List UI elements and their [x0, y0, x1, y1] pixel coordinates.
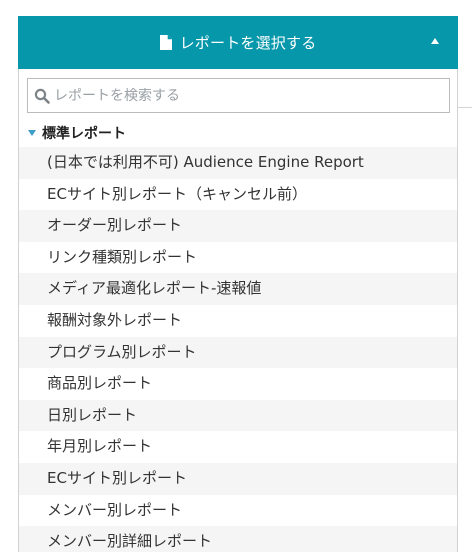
report-selector-page: レポートを選択する 標準レポート (日本では利用不可) Audience Eng… — [0, 0, 472, 552]
report-item-audience-engine[interactable]: (日本では利用不可) Audience Engine Report — [19, 147, 457, 179]
report-item-monthly[interactable]: 年月別レポート — [19, 431, 457, 463]
report-item-ec-site-before-cancel[interactable]: ECサイト別レポート（キャンセル前） — [19, 178, 457, 211]
report-select-title: レポートを選択する — [179, 34, 317, 52]
report-item-product[interactable]: 商品別レポート — [19, 368, 457, 400]
background-divider — [458, 107, 472, 108]
report-select-toggle[interactable]: レポートを選択する — [18, 16, 458, 69]
report-item-non-reward[interactable]: 報酬対象外レポート — [19, 304, 457, 337]
report-item-order[interactable]: オーダー別レポート — [19, 210, 457, 242]
group-standard-reports[interactable]: 標準レポート — [28, 121, 126, 145]
caret-up-icon — [431, 38, 439, 44]
group-label: 標準レポート — [42, 126, 126, 142]
report-item-media-optimization[interactable]: メディア最適化レポート-速報値 — [19, 273, 457, 305]
report-search-input[interactable] — [54, 87, 434, 104]
report-item-daily[interactable]: 日別レポート — [19, 399, 457, 432]
search-icon — [34, 88, 50, 104]
report-item-program[interactable]: プログラム別レポート — [19, 336, 457, 369]
report-item-link-type[interactable]: リンク種類別レポート — [19, 241, 457, 274]
report-item-member-detail[interactable]: メンバー別詳細レポート — [19, 526, 457, 552]
report-list: (日本では利用不可) Audience Engine Report ECサイト別… — [19, 147, 457, 552]
report-search-box[interactable] — [27, 78, 450, 113]
file-icon — [159, 35, 172, 50]
report-item-member[interactable]: メンバー別レポート — [19, 494, 457, 527]
report-select-title-wrap: レポートを選択する — [159, 32, 317, 53]
report-item-ec-site[interactable]: ECサイト別レポート — [19, 462, 457, 495]
caret-down-icon — [28, 130, 36, 136]
